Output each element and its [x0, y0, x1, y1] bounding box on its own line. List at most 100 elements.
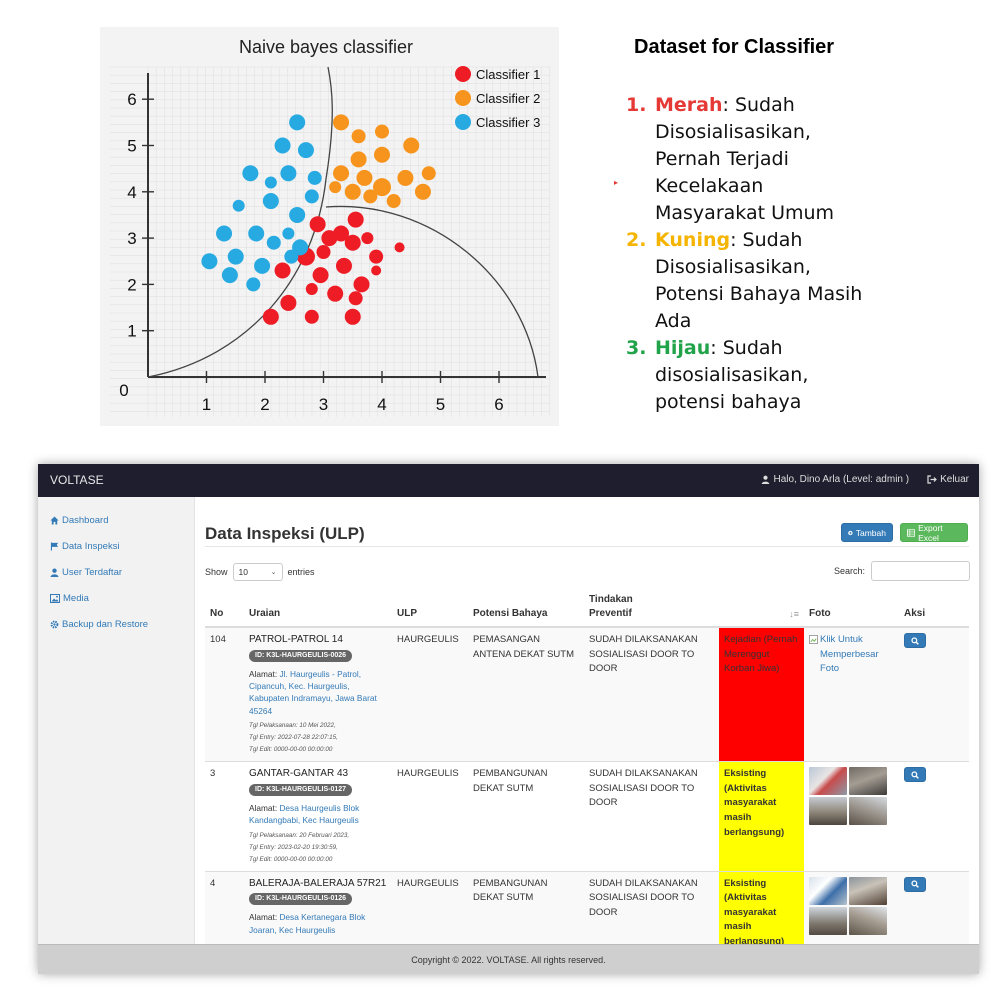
view-button[interactable]: [904, 633, 926, 648]
column-header-ulp[interactable]: ULP: [392, 589, 468, 628]
sidebar-item-label: Backup dan Restore: [62, 619, 149, 630]
table-header-row: No Uraian ULP Potensi Bahaya Tindakan Pre…: [205, 589, 969, 628]
chart-title: Naive bayes classifier: [239, 37, 413, 57]
data-point: [386, 194, 401, 209]
title-divider: [205, 546, 969, 547]
photo-link-label: Klik Untuk Memperbesar Foto: [820, 634, 879, 675]
data-point: [221, 267, 238, 284]
data-point: [333, 114, 350, 131]
address: Alamat: Desa Haurgeulis Blok Kandangbabi…: [249, 802, 387, 827]
user-icon: [762, 475, 770, 484]
search-control: Search:: [834, 561, 971, 581]
dataset-item: 3. Hijau: Sudah disosialisasikan, potensi b…: [612, 335, 997, 416]
cell-ulp: HAURGEULIS: [392, 761, 468, 872]
column-header-status[interactable]: ↓≡: [719, 589, 804, 628]
data-point: [329, 181, 342, 194]
legend-marker: [455, 114, 471, 130]
photo-thumbnail[interactable]: [849, 876, 887, 905]
cell-status: Eksisting (Aktivitas masyarakat masih be…: [719, 761, 804, 872]
data-point: [344, 234, 361, 251]
export-excel-button[interactable]: Export Excel: [900, 523, 968, 543]
search-icon: [911, 771, 919, 779]
photo-link[interactable]: Klik Untuk Memperbesar Foto: [809, 633, 894, 677]
dataset-item-line: potensi bahaya: [655, 391, 802, 413]
inspection-table: No Uraian ULP Potensi Bahaya Tindakan Pre…: [205, 589, 969, 944]
cell-tindakan: SUDAH DILAKSANAKAN SOSIALISASI DOOR TO D…: [584, 761, 719, 872]
cell-potensi: PEMASANGAN ANTENA DEKAT SUTM: [468, 626, 584, 762]
user-greeting[interactable]: Halo, Dino Arla (Level: admin ): [761, 474, 909, 485]
data-point: [304, 309, 319, 324]
column-header-tindakan[interactable]: Tindakan Preventif: [584, 589, 719, 628]
y-tick-label: 2: [127, 275, 136, 294]
cell-tindakan: SUDAH DILAKSANAKAN SOSIALISASI DOOR TO D…: [584, 626, 719, 762]
dataset-item-number: 1.: [626, 94, 647, 116]
broken-image-icon: [809, 635, 818, 644]
y-tick-label: 6: [127, 90, 136, 109]
sidebar-item-media[interactable]: Media: [50, 593, 89, 604]
data-point: [353, 276, 370, 293]
photo-thumbnail[interactable]: [809, 906, 847, 935]
cell-no: 3: [205, 761, 244, 872]
data-point: [369, 249, 384, 264]
dataset-item-key: Hijau: [655, 337, 711, 359]
sidebar-item-user-terdaftar[interactable]: User Terdaftar: [50, 567, 122, 578]
sidebar-item-backup-restore[interactable]: Backup dan Restore: [50, 619, 148, 630]
data-point: [316, 244, 331, 259]
table-row: 4 BALERAJA-BALERAJA 57R21 ID: K3L-HAURGE…: [205, 870, 969, 944]
row-title: GANTAR-GANTAR 43: [249, 768, 349, 780]
search-input[interactable]: [871, 561, 971, 581]
brand-logo[interactable]: VOLTASE: [50, 473, 104, 487]
view-button[interactable]: [904, 876, 926, 892]
dataset-item-line: Masyarakat Umum: [655, 202, 835, 224]
tgl-edit: Tgl Edit: 0000-00-00 00:00:00: [249, 855, 333, 863]
sidebar-item-dashboard[interactable]: Dashboard: [50, 515, 108, 526]
sidebar-item-label: Data Inspeksi: [62, 541, 120, 552]
column-header-uraian[interactable]: Uraian: [244, 589, 392, 628]
photo-thumbnail[interactable]: [849, 767, 887, 796]
entries-label: entries: [287, 567, 315, 577]
sidebar-item-data-inspeksi[interactable]: Data Inspeksi: [50, 541, 120, 552]
column-header-no[interactable]: No: [205, 589, 244, 628]
logout-link[interactable]: Keluar: [927, 474, 969, 485]
footer: Copyright © 2022. VOLTASE. All rights re…: [38, 944, 979, 974]
photo-thumbnails: [809, 767, 894, 826]
address-label: Alamat:: [249, 668, 280, 679]
x-tick-label: 6: [494, 395, 503, 414]
view-button[interactable]: [904, 767, 926, 783]
photo-thumbnail[interactable]: [849, 797, 887, 826]
photo-thumbnail[interactable]: [809, 797, 847, 826]
photo-thumbnail[interactable]: [809, 767, 847, 796]
data-point: [348, 291, 363, 306]
column-header-foto[interactable]: Foto: [804, 589, 899, 628]
dataset-item-rest: : Sudah: [710, 337, 783, 359]
column-header-aksi[interactable]: Aksi: [899, 589, 969, 628]
data-point: [254, 257, 271, 274]
data-point: [262, 193, 279, 210]
data-point: [216, 225, 233, 242]
entries-select-value: 10: [238, 567, 248, 577]
data-point: [309, 216, 326, 233]
sort-icon[interactable]: ↓≡: [789, 607, 799, 621]
data-point: [248, 225, 265, 242]
chevron-down-icon: ⌄: [270, 569, 277, 576]
data-point: [403, 137, 420, 154]
user-icon: [50, 568, 59, 577]
column-header-tindakan-line2: Preventif: [589, 608, 632, 619]
image-icon: [50, 594, 60, 603]
search-label: Search:: [834, 566, 866, 576]
dataset-item-text: Kuning: Sudah Disosialisasikan, Potensi Ba…: [655, 227, 877, 335]
sidebar-item-label: User Terdaftar: [62, 567, 123, 578]
photo-thumbnail[interactable]: [849, 906, 887, 935]
data-point: [375, 124, 389, 139]
cell-no: 4: [205, 870, 244, 944]
data-point: [246, 277, 261, 292]
tgl-pelaksanaan: Tgl Pelaksanaan: 10 Mei 2022,: [249, 722, 336, 730]
entries-select[interactable]: 10 ⌄: [232, 563, 283, 581]
column-header-potensi[interactable]: Potensi Bahaya: [468, 589, 584, 628]
add-button[interactable]: Tambah: [841, 523, 893, 542]
photo-thumbnail[interactable]: [809, 876, 847, 905]
cell-potensi: PEMBANGUNAN DEKAT SUTM: [468, 870, 584, 944]
user-greeting-label: Halo, Dino Arla (Level: admin ): [773, 474, 910, 485]
cell-status: Eksisting (Aktivitas masyarakat masih be…: [719, 870, 804, 944]
table-row: 3 GANTAR-GANTAR 43 ID: K3L-HAURGEULIS-01…: [205, 761, 969, 872]
